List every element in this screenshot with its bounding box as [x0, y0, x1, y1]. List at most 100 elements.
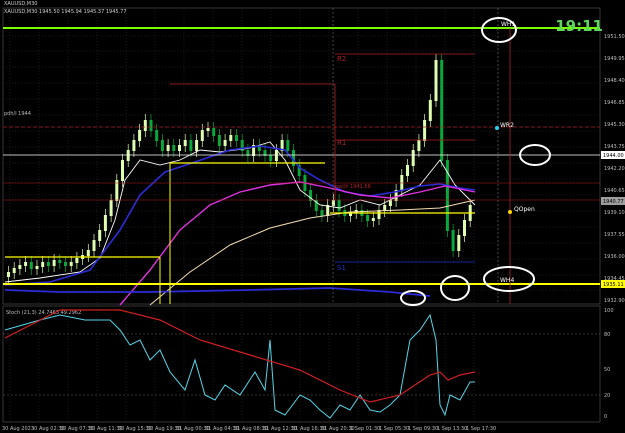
price-tag-label: 1935.11	[603, 282, 624, 288]
trading-terminal-chart[interactable]: WH1 WR2 QOpen WH4 R2 R1 S1 pdh/l 1944 pwl/h 1941…	[0, 0, 625, 433]
candle-body	[388, 200, 392, 206]
label-pdh: pdh/l 1944	[4, 111, 31, 117]
candle-body	[52, 260, 56, 266]
ma-magenta-line	[119, 181, 476, 306]
price-chart-canvas[interactable]: WH1WR2QOpenWH4R2R1S1pdh/l 1944pwl/h 1941…	[0, 0, 625, 433]
indicator-frame	[2, 305, 601, 423]
stoch-signal-line	[4, 309, 476, 403]
candle-body	[463, 220, 466, 236]
price-tick-label: 1948.40	[604, 78, 625, 84]
candle-body	[428, 100, 432, 121]
candle-body	[29, 262, 33, 269]
candle-body	[12, 268, 16, 273]
annotation-ellipse-low-2	[400, 290, 426, 306]
candle-body	[86, 250, 90, 256]
candle-body	[206, 128, 210, 131]
candle-body	[423, 120, 427, 141]
label-wr2: WR2	[500, 122, 514, 129]
price-tick-label: 1946.85	[604, 100, 625, 106]
price-tick-label: 1932.90	[604, 298, 625, 304]
price-tick-label: 1951.50	[604, 34, 625, 40]
label-s1: S1	[337, 264, 346, 272]
ma-blue-line	[4, 145, 476, 286]
price-tag-label: 1944.00	[603, 153, 624, 159]
candle-body	[24, 262, 28, 266]
symbol-label: XAUUSD,M30	[4, 1, 38, 7]
candle-body	[366, 215, 370, 221]
stoch-tick-label: 100	[604, 308, 614, 314]
price-tick-label: 1940.65	[604, 188, 625, 194]
candle-body	[320, 210, 324, 216]
candle-body	[160, 140, 164, 151]
main-chart-frame	[2, 7, 601, 305]
candle-body	[274, 150, 278, 161]
candle-body	[406, 165, 409, 176]
label-pw: pwl/h 1941.68	[335, 184, 371, 190]
label-r1: R1	[337, 139, 346, 147]
time-tick-label: 1 Sep 17:30	[466, 426, 496, 432]
stoch-tick-label: 0	[604, 414, 607, 420]
candle-body	[132, 140, 136, 151]
time-tick-label: 1 Sep 01:30	[350, 426, 380, 432]
candle-body	[35, 266, 39, 269]
candle-body	[126, 150, 130, 161]
candle-body	[200, 130, 204, 141]
candle-body	[64, 262, 67, 266]
candle-body	[457, 235, 461, 251]
candle-body	[217, 135, 221, 146]
stoch-tick-label: 50	[604, 367, 610, 373]
label-qopen: QOpen	[514, 206, 535, 213]
price-tick-label: 1942.20	[604, 166, 625, 172]
time-tick-label: 30 Aug 2023	[2, 426, 34, 432]
candle-body	[309, 190, 313, 201]
time-axis: 30 Aug 202330 Aug 02:3030 Aug 07:3030 Au…	[2, 426, 496, 432]
label-r2: R2	[337, 55, 346, 63]
stoch-label: Stoch (21,3) 24.7463 49.2962	[6, 310, 81, 316]
time-tick-label: 1 Sep 13:30	[437, 426, 467, 432]
candle-body	[155, 130, 159, 141]
candle-body	[411, 150, 415, 166]
candle-body	[189, 140, 193, 151]
qopen-dot	[508, 210, 512, 214]
price-axis: 1951.50 1949.95 1948.40 1946.85 1945.30 1943.…	[601, 34, 625, 304]
ohlc-readout: XAUUSD,M30 1945.50 1945.94 1945.37 1945.…	[4, 9, 127, 15]
candle-body	[103, 215, 107, 231]
candle-body	[337, 200, 341, 211]
candle-body	[18, 265, 22, 269]
moving-averages	[4, 141, 476, 306]
stochastic-panel: Stoch (21,3) 24.7463 49.2962 100 80 50 20 0	[3, 308, 614, 420]
candle-body	[46, 262, 50, 266]
stoch-main-line	[4, 313, 475, 419]
stoch-tick-label: 80	[604, 332, 610, 338]
price-tick-label: 1936.00	[604, 254, 625, 260]
candle-body	[121, 160, 124, 181]
candle-body	[440, 60, 444, 161]
candlestick-series	[7, 54, 472, 283]
candle-body	[75, 258, 79, 263]
price-tick-label: 1937.55	[604, 232, 625, 238]
candle-body	[434, 60, 438, 101]
candle-body	[58, 260, 62, 263]
label-wh4: WH4	[500, 277, 514, 284]
candle-body	[229, 135, 233, 141]
candle-body	[41, 262, 45, 267]
stoch-tick-label: 20	[604, 393, 610, 399]
candle-body	[172, 145, 176, 151]
candle-body	[143, 120, 147, 131]
candle-body	[331, 200, 335, 206]
price-tick-label: 1945.30	[604, 122, 625, 128]
candle-body	[286, 140, 290, 151]
price-tick-label: 1949.95	[604, 56, 625, 62]
candle-body	[451, 230, 455, 251]
time-tick-label: 1 Sep 09:30	[408, 426, 438, 432]
candle-body	[92, 240, 96, 251]
candle-body	[195, 140, 199, 151]
candle-body	[7, 272, 10, 277]
price-tick-label: 1939.10	[604, 210, 625, 216]
candle-body	[138, 130, 142, 141]
price-tag-label: 1940.77	[603, 199, 624, 205]
candle-body	[269, 155, 273, 161]
candle-body	[98, 230, 102, 241]
chart-grid	[3, 8, 600, 422]
candle-body	[212, 128, 216, 136]
